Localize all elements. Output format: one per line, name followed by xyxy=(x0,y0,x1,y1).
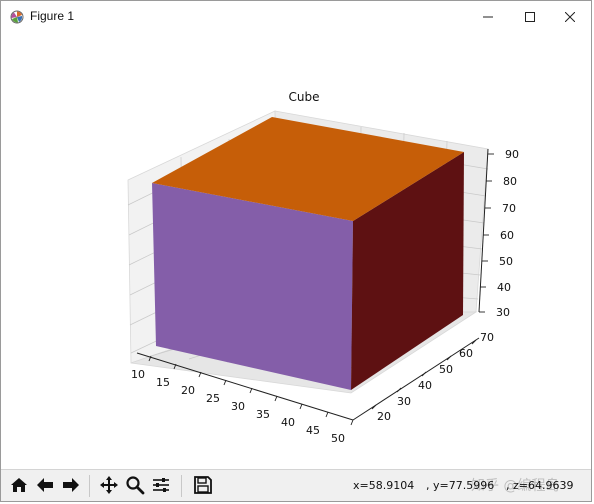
x-tick-label: 50 xyxy=(331,432,345,445)
figure-canvas[interactable]: Cube 10 15 20 25 30 35 40 45 50 20 30 40… xyxy=(1,33,591,469)
y-tick-label: 30 xyxy=(397,395,411,408)
x-tick-label: 20 xyxy=(181,384,195,397)
move-arrows-icon xyxy=(100,476,118,494)
x-tick-label: 10 xyxy=(131,368,145,381)
z-tick-label: 40 xyxy=(497,281,511,294)
magnifier-icon xyxy=(126,476,145,495)
x-tick-label: 25 xyxy=(206,392,220,405)
home-icon xyxy=(11,478,27,492)
y-tick-label: 70 xyxy=(480,331,494,344)
toolbar-separator xyxy=(181,475,182,497)
cursor-y-readout: , y=77.5996 xyxy=(426,479,495,492)
x-tick-label: 30 xyxy=(231,400,245,413)
configure-subplots-button[interactable] xyxy=(149,473,173,497)
z-tick-label: 30 xyxy=(496,306,510,319)
sliders-icon xyxy=(153,478,169,492)
y-tick-label: 40 xyxy=(418,379,432,392)
navigation-toolbar: 知乎 @编程岛 x=58.9104 , y=77.5996 , z=64.963… xyxy=(1,469,591,501)
floppy-disk-icon xyxy=(194,476,212,494)
close-icon xyxy=(565,12,575,22)
figure-window: Figure 1 Cube 10 15 20 25 30 35 40 45 50… xyxy=(0,0,592,502)
x-tick-label: 45 xyxy=(306,424,320,437)
z-tick-label: 90 xyxy=(505,148,519,161)
title-bar: Figure 1 xyxy=(1,1,591,33)
z-tick-label: 50 xyxy=(499,255,513,268)
arrow-left-icon xyxy=(37,478,53,492)
arrow-right-icon xyxy=(63,478,79,492)
maximize-icon xyxy=(525,12,535,22)
forward-button[interactable] xyxy=(59,473,83,497)
zoom-button[interactable] xyxy=(123,473,147,497)
minimize-icon xyxy=(483,16,493,18)
y-tick-label: 60 xyxy=(459,347,473,360)
home-button[interactable] xyxy=(7,473,31,497)
minimize-button[interactable] xyxy=(465,1,511,33)
z-tick-label: 60 xyxy=(500,229,514,242)
z-tick-labels: 30 40 50 60 70 80 90 xyxy=(496,148,519,319)
y-tick-label: 20 xyxy=(377,410,391,423)
x-tick-label: 35 xyxy=(256,408,270,421)
toolbar-separator xyxy=(89,475,90,497)
close-button[interactable] xyxy=(547,1,593,33)
cursor-x-readout: x=58.9104 xyxy=(353,479,415,492)
x-tick-label: 40 xyxy=(281,416,295,429)
pan-button[interactable] xyxy=(97,473,121,497)
back-button[interactable] xyxy=(33,473,57,497)
x-tick-label: 15 xyxy=(156,376,170,389)
z-tick-label: 80 xyxy=(503,175,517,188)
matplotlib-logo-icon xyxy=(10,9,24,24)
window-title: Figure 1 xyxy=(30,9,75,23)
axes-3d[interactable]: 10 15 20 25 30 35 40 45 50 20 30 40 50 6… xyxy=(1,33,591,469)
save-button[interactable] xyxy=(191,473,215,497)
z-tick-label: 70 xyxy=(502,202,516,215)
y-tick-label: 50 xyxy=(439,363,453,376)
cursor-z-readout: , z=64.9639 xyxy=(506,479,574,492)
